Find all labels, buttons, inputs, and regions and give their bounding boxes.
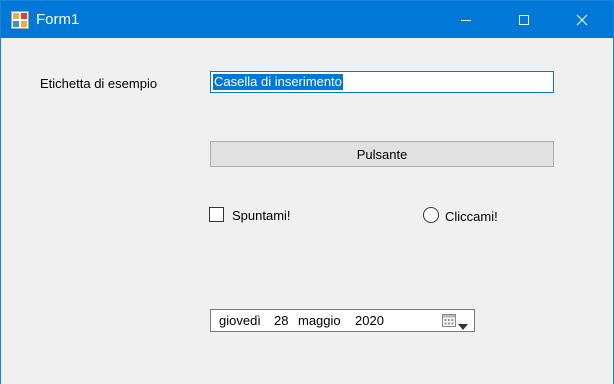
radio-button[interactable] [423,207,439,223]
sample-label: Etichetta di esempio [40,76,158,91]
date-year[interactable]: 2020 [355,313,384,328]
close-button[interactable] [559,1,605,38]
calendar-icon[interactable] [442,313,457,331]
window-title: Form1 [36,11,80,28]
checkbox-label[interactable]: Spuntami! [232,208,291,223]
date-month[interactable]: maggio [298,313,341,328]
close-icon [576,14,588,26]
date-day[interactable]: 28 [274,313,288,328]
checkbox[interactable] [209,207,224,222]
push-button[interactable]: Pulsante [210,141,554,167]
minimize-icon [460,14,472,26]
maximize-button[interactable] [501,1,547,38]
maximize-icon [518,14,530,26]
radio-label[interactable]: Cliccami! [445,209,498,224]
title-bar[interactable]: Form1 [1,1,613,38]
date-picker[interactable]: giovedì 28 maggio 2020 [210,309,475,332]
date-weekday[interactable]: giovedì [219,313,261,328]
app-icon[interactable] [11,11,29,29]
textbox-selected-text[interactable]: Casella di inserimento [213,74,343,90]
window: Form1 Etichetta di esempio Casella di in… [0,0,614,384]
input-textbox[interactable]: Casella di inserimento [210,71,554,93]
form-client-area: Etichetta di esempio Casella di inserime… [1,38,613,384]
minimize-button[interactable] [443,1,489,38]
dropdown-arrow-icon[interactable] [458,318,468,333]
